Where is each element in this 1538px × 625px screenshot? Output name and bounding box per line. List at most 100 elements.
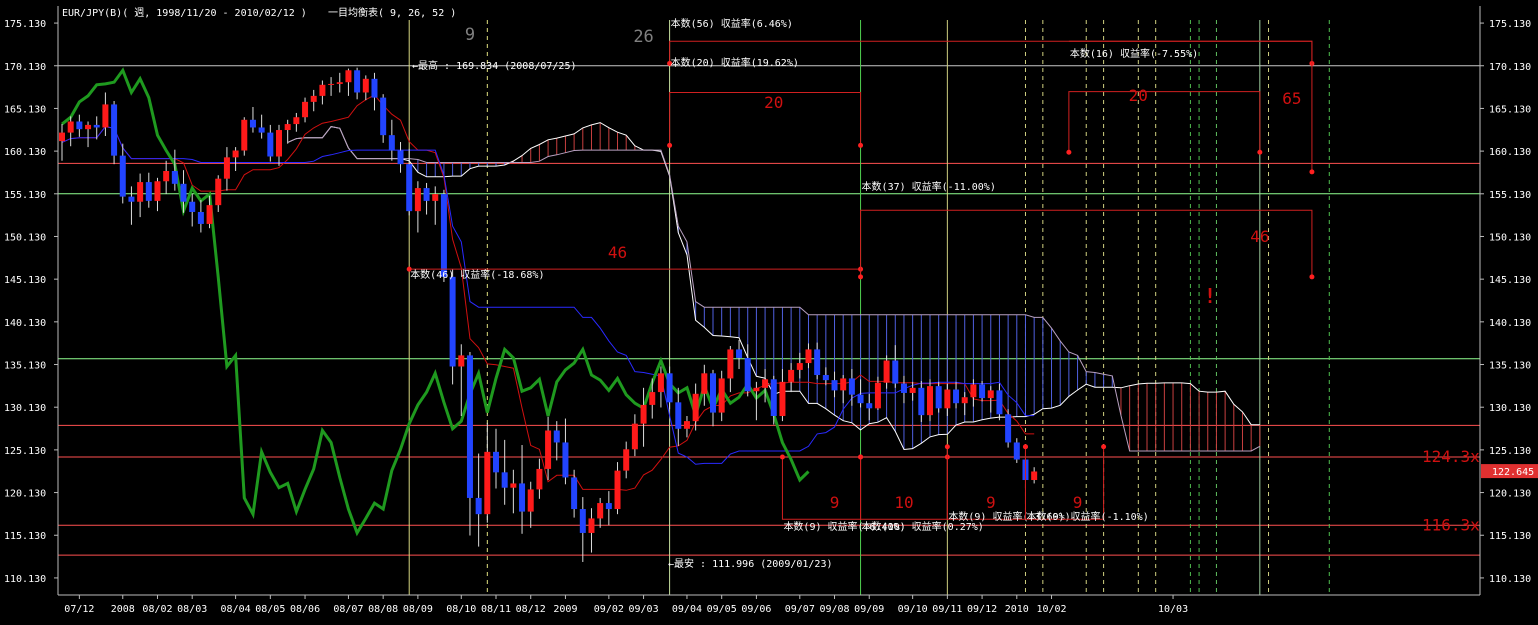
candle-body	[953, 389, 960, 404]
candle-body	[701, 373, 708, 394]
indicator-label: 一目均衡表( 9, 26, 52 )	[328, 6, 456, 19]
candle-body	[93, 124, 100, 128]
candle-body	[623, 449, 630, 471]
candle-body	[562, 442, 569, 478]
y-tick-label-right: 150.130	[1489, 232, 1531, 243]
candle-body	[328, 83, 335, 85]
x-tick-label: 09/03	[629, 604, 659, 615]
candle-body	[154, 181, 161, 201]
candle-body	[762, 379, 769, 388]
candle-body	[649, 392, 656, 405]
candle-body	[197, 211, 204, 224]
x-tick-label: 09/08	[819, 604, 849, 615]
candle-body	[996, 390, 1003, 415]
study-span-count: 20	[1129, 86, 1148, 105]
candle-body	[944, 389, 951, 409]
candle-body	[449, 276, 456, 367]
x-tick-label: 09/06	[741, 604, 771, 615]
candle-body	[545, 430, 552, 469]
candle-body	[354, 70, 361, 93]
y-tick-label-right: 125.130	[1489, 446, 1531, 457]
candle-body	[753, 387, 760, 392]
x-tick-label: 10/02	[1036, 604, 1066, 615]
x-tick-label: 09/12	[967, 604, 997, 615]
candle-body	[553, 430, 560, 443]
study-span-count: 9	[830, 493, 840, 512]
candle-body	[76, 121, 83, 130]
y-tick-label-left: 110.130	[4, 574, 46, 585]
candle-body	[927, 386, 933, 416]
candle-body	[206, 205, 213, 224]
candle-body	[519, 483, 526, 512]
candle-body	[1005, 414, 1012, 443]
candle-body	[536, 468, 543, 490]
x-tick-label: 08/05	[255, 604, 285, 615]
candle-body	[493, 451, 499, 473]
study-label: 本数(46) 収益率(-18.68%)	[410, 268, 544, 281]
x-tick-label: 09/09	[854, 604, 884, 615]
y-tick-label-left: 145.130	[4, 275, 46, 286]
span-count-top: 26	[633, 27, 653, 47]
study-point	[858, 274, 864, 280]
candle-body	[267, 132, 274, 157]
candle-body	[874, 382, 881, 409]
y-tick-label-right: 145.130	[1489, 275, 1531, 286]
candle-body	[302, 101, 309, 118]
candle-body	[900, 383, 907, 393]
x-tick-label: 08/02	[142, 604, 172, 615]
ichimoku-chart: 124.3x 116.3x 本数(56) 収益率(6.46%) 本数(20) 収益率…	[0, 0, 1538, 621]
y-tick-label-right: 155.130	[1489, 190, 1531, 201]
candle-body	[102, 104, 109, 128]
candle-body	[371, 78, 378, 98]
y-tick-label-left: 140.130	[4, 318, 46, 329]
candle-body	[258, 127, 265, 133]
candle-body	[640, 404, 647, 424]
study-point	[858, 142, 864, 148]
study-point	[1257, 149, 1263, 155]
candle-body	[319, 84, 326, 96]
candle-body	[310, 95, 317, 102]
candle-body	[683, 421, 690, 429]
candle-body	[987, 390, 994, 399]
x-tick-label: 08/03	[177, 604, 207, 615]
candle-body	[588, 518, 595, 533]
study-span-count: 46	[608, 243, 627, 262]
study-point	[858, 454, 864, 460]
study-label: 本数(9) 収益率(-1.10%)	[1026, 510, 1148, 523]
candle-body	[189, 201, 196, 212]
y-tick-label-right: 130.130	[1489, 403, 1531, 414]
y-tick-label-left: 120.130	[4, 489, 46, 500]
study-span-count: 10	[894, 493, 913, 512]
candle-body	[276, 130, 282, 157]
study-point	[1309, 169, 1315, 175]
candle-body	[779, 381, 786, 416]
y-tick-label-left: 150.130	[4, 232, 46, 243]
study-point	[944, 444, 950, 450]
y-tick-label-left: 125.130	[4, 446, 46, 457]
y-tick-label-left: 170.130	[4, 62, 46, 73]
candle-body	[414, 188, 421, 212]
candle-body	[822, 375, 829, 381]
candle-body	[284, 124, 291, 131]
candle-body	[744, 357, 751, 392]
x-tick-label: 2010	[1005, 604, 1029, 615]
candle-body	[814, 349, 821, 376]
x-tick-label: 09/07	[785, 604, 815, 615]
y-tick-label-left: 115.130	[4, 531, 46, 542]
x-tick-label: 09/02	[594, 604, 624, 615]
candle-body	[892, 360, 899, 384]
x-tick-label: 10/03	[1158, 604, 1188, 615]
candle-body	[336, 82, 343, 84]
y-tick-label-right: 120.130	[1489, 489, 1531, 500]
candle-body	[727, 349, 734, 379]
study-point	[779, 454, 785, 460]
candle-body	[718, 378, 725, 413]
y-tick-label-right: 110.130	[1489, 574, 1531, 585]
study-point	[1101, 444, 1107, 450]
candle-body	[180, 183, 187, 202]
candle-body	[440, 194, 447, 277]
level-label: 116.3x	[1422, 515, 1480, 534]
candle-body	[918, 387, 925, 416]
candle-body	[527, 489, 534, 512]
candle-body	[605, 503, 612, 510]
